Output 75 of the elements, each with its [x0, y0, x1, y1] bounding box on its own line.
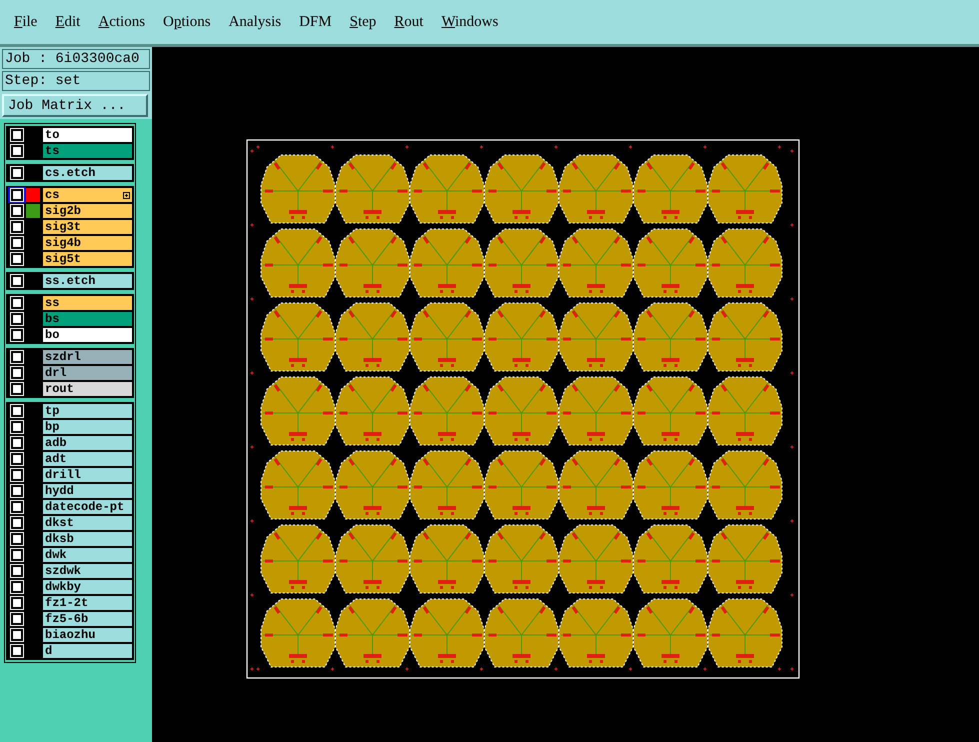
layer-checkbox[interactable]: [11, 129, 23, 141]
layer-name[interactable]: rout: [42, 381, 133, 397]
menu-item[interactable]: Step: [350, 14, 376, 30]
layer-checkbox[interactable]: [11, 253, 23, 265]
layer-name[interactable]: dkst: [42, 515, 133, 531]
layer-checkbox[interactable]: [11, 313, 23, 325]
layer-name[interactable]: bo: [42, 327, 133, 343]
menu-item[interactable]: Analysis: [228, 14, 282, 30]
menu-item[interactable]: Windows: [441, 14, 498, 30]
layer-checkbox[interactable]: [11, 437, 23, 449]
layer-checkbox[interactable]: [11, 501, 23, 513]
layer-checkbox[interactable]: [11, 145, 23, 157]
layer-checkbox[interactable]: [11, 275, 23, 287]
expand-icon: [123, 192, 130, 199]
menu-item[interactable]: Edit: [55, 14, 80, 30]
job-matrix-button[interactable]: Job Matrix ...: [2, 94, 148, 117]
layer-checkbox[interactable]: [11, 565, 23, 577]
layer-name[interactable]: adb: [42, 435, 133, 451]
layer-name[interactable]: sig2b: [42, 203, 133, 219]
menu-item[interactable]: Actions: [98, 14, 146, 30]
layer-checkbox[interactable]: [11, 453, 23, 465]
step-label: Step: set: [2, 71, 150, 91]
layer-name[interactable]: hydd: [42, 483, 133, 499]
layer-checkbox[interactable]: [11, 517, 23, 529]
layer-checkbox[interactable]: [11, 629, 23, 641]
layer-name[interactable]: sig4b: [42, 235, 133, 251]
layer-name[interactable]: tp: [42, 403, 133, 419]
layer-name[interactable]: d: [42, 643, 133, 659]
layer-name[interactable]: to: [42, 127, 133, 143]
layer-name[interactable]: cs: [42, 187, 133, 203]
menu-item[interactable]: File: [14, 14, 38, 30]
menu-item[interactable]: Rout: [394, 14, 424, 30]
layer-name[interactable]: sig3t: [42, 219, 133, 235]
layer-name[interactable]: ts: [42, 143, 133, 159]
layer-name[interactable]: bs: [42, 311, 133, 327]
layer-name[interactable]: sig5t: [42, 251, 133, 267]
layer-checkbox[interactable]: [11, 351, 23, 363]
layer-checkbox[interactable]: [11, 645, 23, 657]
layer-checkbox[interactable]: [11, 383, 23, 395]
layer-name[interactable]: dwkby: [42, 579, 133, 595]
layer-checkbox[interactable]: [11, 405, 23, 417]
layer-checkbox[interactable]: [11, 613, 23, 625]
layer-checkbox[interactable]: [11, 581, 23, 593]
layer-name[interactable]: dksb: [42, 531, 133, 547]
menu-item[interactable]: DFM: [299, 14, 332, 30]
layer-checkbox[interactable]: [11, 549, 23, 561]
layer-name[interactable]: drill: [42, 467, 133, 483]
layer-name[interactable]: dwk: [42, 547, 133, 563]
layer-checkbox[interactable]: [11, 597, 23, 609]
layer-checkbox[interactable]: [11, 167, 23, 179]
layer-checkbox[interactable]: [11, 469, 23, 481]
layer-name[interactable]: szdwk: [42, 563, 133, 579]
layer-checkbox[interactable]: [11, 421, 23, 433]
layer-checkbox[interactable]: [11, 221, 23, 233]
layer-name[interactable]: ss.etch: [42, 273, 133, 289]
layer-checkbox[interactable]: [11, 189, 23, 201]
layer-name[interactable]: szdrl: [42, 349, 133, 365]
layer-name[interactable]: cs.etch: [42, 165, 133, 181]
menu-item[interactable]: Options: [163, 14, 211, 30]
layer-name[interactable]: fz5-6b: [42, 611, 133, 627]
layer-checkbox[interactable]: [11, 205, 23, 217]
layer-checkbox[interactable]: [11, 533, 23, 545]
layer-name[interactable]: ss: [42, 295, 133, 311]
layer-name[interactable]: bp: [42, 419, 133, 435]
job-label: Job : 6i03300ca0: [2, 49, 150, 69]
layer-checkbox[interactable]: [11, 367, 23, 379]
layer-name[interactable]: datecode-pt: [42, 499, 133, 515]
layer-checkbox[interactable]: [11, 297, 23, 309]
layer-checkbox[interactable]: [11, 485, 23, 497]
layer-checkbox[interactable]: [11, 329, 23, 341]
layer-name[interactable]: biaozhu: [42, 627, 133, 643]
layer-name[interactable]: adt: [42, 451, 133, 467]
layer-name[interactable]: drl: [42, 365, 133, 381]
layer-name[interactable]: fz1-2t: [42, 595, 133, 611]
layer-checkbox[interactable]: [11, 237, 23, 249]
